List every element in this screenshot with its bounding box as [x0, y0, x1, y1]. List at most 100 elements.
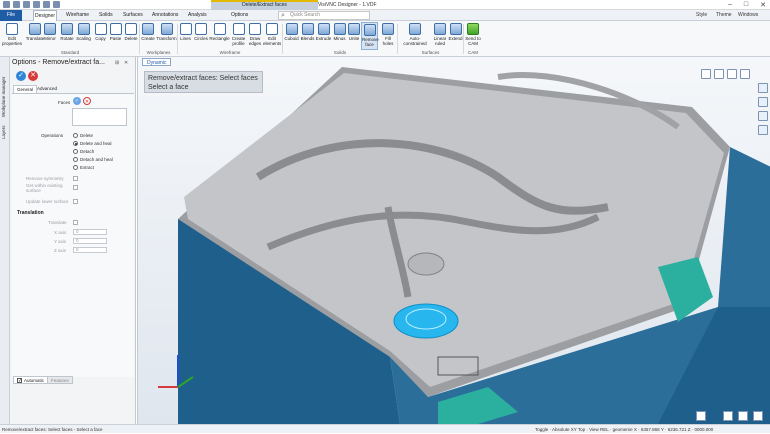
window-controls: – □ ✕ [728, 1, 766, 9]
delete-icon [125, 23, 137, 35]
update-lower-surface-checkbox[interactable] [73, 199, 78, 204]
remove-symmetry-checkbox[interactable] [73, 176, 78, 181]
paste-icon [109, 23, 122, 35]
automatic-checkbox[interactable] [17, 377, 22, 385]
linear-ruled-button[interactable]: Linear ruled [432, 22, 448, 50]
cuboid-button[interactable]: Cuboid [283, 22, 300, 50]
shading-icon[interactable] [758, 83, 768, 93]
edit-properties-button[interactable]: Edit properties [1, 22, 23, 50]
options-panel-body: Faces ✓ ✕ Operations Delete Delete and h… [12, 93, 134, 377]
y-axis-input[interactable]: 0 [73, 238, 107, 244]
menu-file[interactable]: File [0, 10, 22, 21]
menu-tab-solids[interactable]: Solids [99, 10, 113, 21]
zoom-icon[interactable] [723, 411, 733, 421]
rotate-view-icon[interactable] [753, 411, 763, 421]
measure-icon[interactable] [758, 125, 768, 135]
radio-extract[interactable] [73, 165, 78, 170]
rectangle-button[interactable]: Rectangle [209, 22, 230, 50]
edit-elements-icon [266, 23, 278, 35]
workplane-transform-icon [160, 23, 173, 35]
section-icon[interactable] [758, 111, 768, 121]
model-canvas[interactable] [138, 57, 770, 424]
quick-search-input[interactable]: Quick Search [278, 11, 370, 20]
properties-icon [6, 23, 18, 35]
minus-button[interactable]: Minus [332, 22, 347, 50]
menu-tab-annotations[interactable]: Annotations [152, 10, 178, 21]
radio-detach[interactable] [73, 149, 78, 154]
viewport[interactable]: Dynamic Remove/extract faces: Select fac… [137, 57, 770, 424]
circles-button[interactable]: Circles [193, 22, 209, 50]
copy-icon [94, 23, 107, 35]
new-icon[interactable] [13, 1, 20, 8]
extrude-icon [317, 23, 330, 35]
radio-delete[interactable] [73, 133, 78, 138]
view-cube-icon[interactable] [701, 69, 711, 79]
panel-close-icon[interactable]: ✕ [124, 60, 128, 66]
cancel-button[interactable]: ✕ [28, 71, 38, 81]
scaling-button[interactable]: Scaling [74, 22, 93, 50]
open-icon[interactable] [23, 1, 30, 8]
view-fit-icon[interactable] [714, 69, 724, 79]
extrude-button[interactable]: Extrude [315, 22, 332, 50]
view-menu-icon[interactable] [740, 69, 750, 79]
save-icon[interactable] [33, 1, 40, 8]
pan-icon[interactable] [738, 411, 748, 421]
undo-icon[interactable] [43, 1, 50, 8]
layers-tab[interactable]: Layers [1, 125, 6, 139]
menu-tab-designer[interactable]: Designer [33, 10, 57, 21]
style-menu[interactable]: Style [696, 11, 707, 20]
maximize-icon[interactable]: □ [744, 1, 748, 9]
tab-features[interactable]: Features [47, 376, 73, 384]
clear-faces-icon[interactable]: ✕ [83, 97, 91, 105]
z-axis-input[interactable]: 0 [73, 247, 107, 253]
edit-elements-button[interactable]: Edit elements [263, 22, 281, 50]
delete-button[interactable]: Delete [123, 22, 139, 50]
context-tab[interactable]: Delete/Extract faces [211, 0, 318, 10]
wireframe-view-icon[interactable] [758, 97, 768, 107]
radio-detach-and-heal[interactable] [73, 157, 78, 162]
theme-menu[interactable]: Theme [716, 11, 732, 20]
tab-automatic[interactable]: Automatic [13, 376, 49, 385]
get-within-surface-checkbox[interactable] [73, 185, 78, 190]
transform-workplane-button[interactable]: Transform [156, 22, 177, 50]
translate-checkbox[interactable] [73, 220, 78, 225]
create-profile-button[interactable]: Create profile [230, 22, 247, 50]
blends-button[interactable]: Blends [300, 22, 315, 50]
x-axis-input[interactable]: 0 [73, 229, 107, 235]
extend-button[interactable]: Extend [448, 22, 463, 50]
auto-constrained-button[interactable]: Auto-constrained [398, 22, 432, 50]
select-faces-icon[interactable]: ✓ [73, 97, 81, 105]
tab-advanced[interactable]: Advanced [34, 85, 60, 93]
copy-button[interactable]: Copy [93, 22, 108, 50]
workplane-manager-tab[interactable]: Workplane manager [1, 77, 6, 117]
draw-edges-button[interactable]: Draw edges [247, 22, 263, 50]
radio-delete-label: Delete [80, 133, 94, 138]
close-icon[interactable]: ✕ [760, 1, 766, 9]
paste-button[interactable]: Paste [108, 22, 123, 50]
viewport-toolbar [701, 69, 750, 79]
menu-tab-wireframe[interactable]: Wireframe [66, 10, 89, 21]
lines-button[interactable]: Lines [178, 22, 193, 50]
create-workplane-button[interactable]: Create [140, 22, 156, 50]
unite-icon [348, 23, 360, 35]
menu-tab-surfaces[interactable]: Surfaces [123, 10, 143, 21]
redo-icon[interactable] [53, 1, 60, 8]
pin-icon[interactable]: ⊞ [115, 60, 119, 66]
menu-tab-analysis[interactable]: Analysis [188, 10, 207, 21]
unite-button[interactable]: Unite [347, 22, 361, 50]
left-dock-strip: Workplane manager Layers [0, 57, 10, 424]
profile-icon [232, 23, 245, 35]
fill-holes-button[interactable]: Fill holes [380, 22, 396, 50]
windows-menu[interactable]: Windows [738, 11, 758, 20]
grid-icon[interactable] [696, 411, 706, 421]
remove-face-button[interactable]: Remove face [361, 22, 379, 50]
radio-delete-and-heal[interactable] [73, 141, 78, 146]
y-axis-label: Y axis [54, 239, 67, 244]
view-window-icon[interactable] [727, 69, 737, 79]
mirror-button[interactable]: Mirror [42, 22, 58, 50]
menu-tab-options[interactable]: Options [231, 10, 248, 21]
faces-list[interactable] [72, 108, 127, 126]
minimize-icon[interactable]: – [728, 1, 732, 9]
send-to-cam-button[interactable]: Send to CAM [464, 22, 482, 50]
ok-button[interactable]: ✓ [16, 71, 26, 81]
